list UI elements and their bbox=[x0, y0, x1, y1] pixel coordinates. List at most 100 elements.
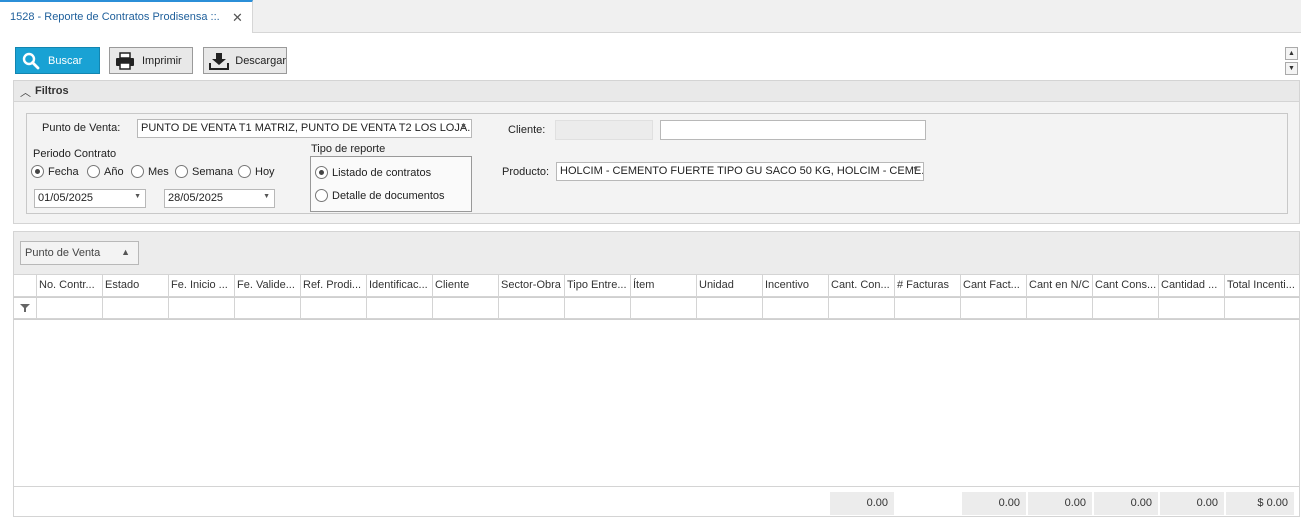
periodo-radio-semana[interactable]: Semana bbox=[175, 165, 233, 178]
producto-value: HOLCIM - CEMENTO FUERTE TIPO GU SACO 50 … bbox=[560, 165, 924, 177]
periodo-option-label: Hoy bbox=[255, 165, 275, 178]
filter-cell[interactable] bbox=[498, 298, 564, 319]
filter-cell[interactable] bbox=[894, 298, 960, 319]
cliente-name-field[interactable] bbox=[660, 120, 926, 140]
print-button[interactable]: Imprimir bbox=[109, 47, 193, 74]
filter-cell[interactable] bbox=[960, 298, 1026, 319]
printer-icon bbox=[114, 50, 136, 72]
punto-venta-value: PUNTO DE VENTA T1 MATRIZ, PUNTO DE VENTA… bbox=[141, 122, 472, 134]
filter-cell[interactable] bbox=[168, 298, 234, 319]
total-cantidad: 0.00 bbox=[1160, 492, 1224, 515]
radio-icon bbox=[175, 165, 188, 178]
search-button[interactable]: Buscar bbox=[15, 47, 100, 74]
periodo-option-label: Semana bbox=[192, 165, 233, 178]
filter-cell[interactable] bbox=[1092, 298, 1158, 319]
column-header[interactable]: Sector-Obra bbox=[498, 275, 564, 296]
grid-body[interactable] bbox=[13, 319, 1300, 486]
column-header[interactable]: Cantidad ... bbox=[1158, 275, 1224, 296]
tipo-reporte-label: Tipo de reporte bbox=[311, 143, 386, 155]
print-button-label: Imprimir bbox=[142, 54, 182, 67]
periodo-radio-ano[interactable]: Año bbox=[87, 165, 124, 178]
grid-filter-row bbox=[13, 297, 1300, 319]
periodo-radio-fecha[interactable]: Fecha bbox=[31, 165, 79, 178]
search-button-label: Buscar bbox=[48, 54, 83, 67]
tipo-reporte-radio-listado[interactable]: Listado de contratos bbox=[315, 166, 431, 179]
producto-select[interactable]: HOLCIM - CEMENTO FUERTE TIPO GU SACO 50 … bbox=[556, 162, 924, 181]
filter-cell[interactable] bbox=[366, 298, 432, 319]
column-header[interactable]: Total Incenti... bbox=[1224, 275, 1299, 296]
tab-title: 1528 - Reporte de Contratos Prodisensa :… bbox=[10, 11, 220, 23]
document-tab-strip: 1528 - Reporte de Contratos Prodisensa :… bbox=[0, 0, 1301, 33]
filter-icon[interactable] bbox=[20, 303, 30, 316]
chevron-down-icon[interactable]: ▼ bbox=[134, 193, 141, 200]
column-header[interactable]: Cant Fact... bbox=[960, 275, 1026, 296]
radio-icon bbox=[238, 165, 251, 178]
scroll-down-button[interactable]: ▼ bbox=[1285, 62, 1298, 75]
column-header[interactable]: Identificac... bbox=[366, 275, 432, 296]
punto-venta-label: Punto de Venta: bbox=[42, 122, 121, 134]
group-panel bbox=[13, 231, 1300, 275]
filter-cell[interactable] bbox=[564, 298, 630, 319]
radio-icon bbox=[131, 165, 144, 178]
column-header[interactable]: Estado bbox=[102, 275, 168, 296]
radio-icon bbox=[315, 189, 328, 202]
filter-cell[interactable] bbox=[696, 298, 762, 319]
column-header[interactable]: Unidad bbox=[696, 275, 762, 296]
periodo-option-label: Mes bbox=[148, 165, 169, 178]
fecha-desde-picker[interactable]: 01/05/2025 ▼ bbox=[34, 189, 146, 208]
total-cant-con: 0.00 bbox=[830, 492, 894, 515]
filter-cell[interactable] bbox=[630, 298, 696, 319]
filter-cell[interactable] bbox=[234, 298, 300, 319]
periodo-radio-hoy[interactable]: Hoy bbox=[238, 165, 275, 178]
tipo-reporte-box bbox=[310, 156, 472, 212]
filter-cell[interactable] bbox=[1158, 298, 1224, 319]
column-header[interactable]: Fe. Inicio ... bbox=[168, 275, 234, 296]
total-cant-fact: 0.00 bbox=[962, 492, 1026, 515]
producto-label: Producto: bbox=[502, 166, 550, 178]
filters-title: Filtros bbox=[35, 85, 69, 97]
punto-venta-select[interactable]: PUNTO DE VENTA T1 MATRIZ, PUNTO DE VENTA… bbox=[137, 119, 472, 138]
column-header[interactable]: Cant Cons... bbox=[1092, 275, 1158, 296]
column-header[interactable]: No. Contr... bbox=[36, 275, 102, 296]
filter-cell[interactable] bbox=[828, 298, 894, 319]
column-header[interactable]: Cant en N/C bbox=[1026, 275, 1092, 296]
filters-group-header[interactable]: ︿ Filtros bbox=[13, 80, 1300, 102]
column-header[interactable]: Incentivo bbox=[762, 275, 828, 296]
column-header[interactable]: Ref. Prodi... bbox=[300, 275, 366, 296]
group-by-chip-punto-venta[interactable]: Punto de Venta ▲ bbox=[20, 241, 139, 265]
filter-cell[interactable] bbox=[762, 298, 828, 319]
filter-cell[interactable] bbox=[102, 298, 168, 319]
cliente-label: Cliente: bbox=[508, 124, 546, 136]
fecha-hasta-picker[interactable]: 28/05/2025 ▼ bbox=[164, 189, 275, 208]
download-button[interactable]: Descargar bbox=[203, 47, 287, 74]
close-icon[interactable]: ✕ bbox=[232, 10, 243, 26]
chevron-down-icon: ▼ bbox=[912, 166, 919, 173]
filter-cell[interactable] bbox=[1224, 298, 1299, 319]
column-header[interactable]: Cliente bbox=[432, 275, 498, 296]
periodo-contrato-label: Periodo Contrato bbox=[33, 148, 117, 160]
filter-cell[interactable] bbox=[36, 298, 102, 319]
filter-cell[interactable] bbox=[432, 298, 498, 319]
chevron-up-icon[interactable]: ︿ bbox=[20, 84, 31, 100]
column-header[interactable]: Cant. Con... bbox=[828, 275, 894, 296]
sort-ascending-icon[interactable]: ▲ bbox=[121, 247, 130, 257]
chevron-down-icon[interactable]: ▼ bbox=[263, 193, 270, 200]
column-header[interactable]: # Facturas bbox=[894, 275, 960, 296]
cliente-code-field bbox=[555, 120, 653, 140]
fecha-desde-value: 01/05/2025 bbox=[38, 192, 94, 204]
download-icon bbox=[208, 50, 229, 72]
scroll-up-button[interactable]: ▲ bbox=[1285, 47, 1298, 60]
total-cant-cons: 0.00 bbox=[1094, 492, 1158, 515]
tab-reporte-contratos[interactable]: 1528 - Reporte de Contratos Prodisensa :… bbox=[0, 0, 253, 33]
column-header[interactable]: Ítem bbox=[630, 275, 696, 296]
radio-selected-icon bbox=[31, 165, 44, 178]
column-header[interactable]: Fe. Valide... bbox=[234, 275, 300, 296]
filter-cell[interactable] bbox=[1026, 298, 1092, 319]
periodo-radio-mes[interactable]: Mes bbox=[131, 165, 169, 178]
periodo-option-label: Año bbox=[104, 165, 124, 178]
column-header[interactable]: Tipo Entre... bbox=[564, 275, 630, 296]
tipo-reporte-radio-detalle[interactable]: Detalle de documentos bbox=[315, 189, 445, 202]
grid-header: No. Contr... Estado Fe. Inicio ... Fe. V… bbox=[13, 275, 1300, 297]
filter-cell[interactable] bbox=[300, 298, 366, 319]
chevron-down-icon: ▼ bbox=[460, 123, 467, 130]
